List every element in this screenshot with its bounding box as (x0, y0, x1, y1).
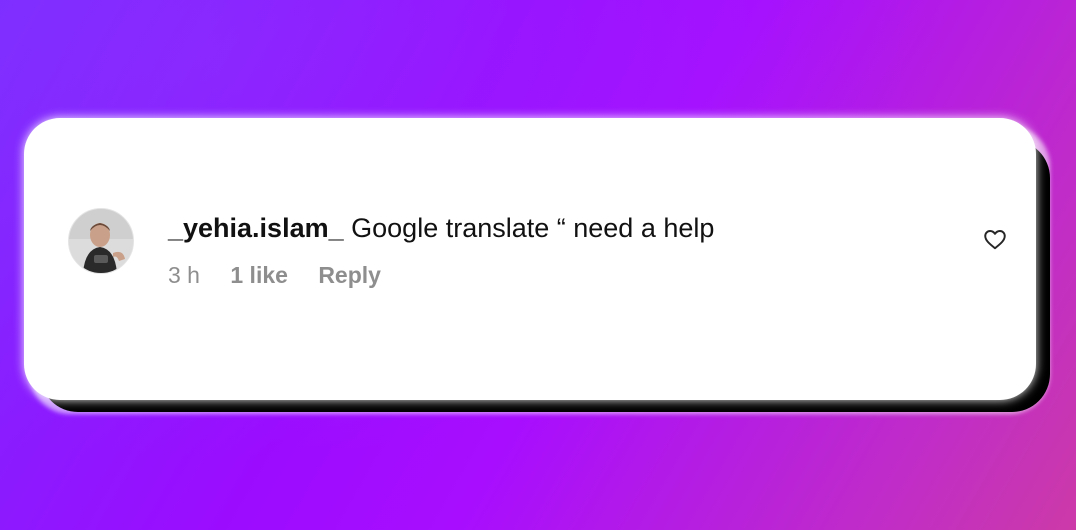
heart-outline-icon (984, 230, 1006, 250)
comment-meta: 3 h 1 like Reply (168, 260, 405, 290)
heart-icon[interactable] (982, 226, 1008, 252)
reply-button[interactable]: Reply (318, 262, 381, 288)
comment-body: Google translate “ need a help (351, 213, 715, 243)
avatar[interactable] (68, 208, 134, 274)
comment-text-line: _yehia.islam_ Google translate “ need a … (168, 210, 714, 246)
comment-likes-count[interactable]: 1 like (230, 262, 288, 288)
comment-timestamp: 3 h (168, 262, 200, 288)
comment-username[interactable]: _yehia.islam_ (168, 213, 344, 243)
comment-item: _yehia.islam_ Google translate “ need a … (68, 208, 1028, 308)
avatar-image (69, 209, 133, 273)
